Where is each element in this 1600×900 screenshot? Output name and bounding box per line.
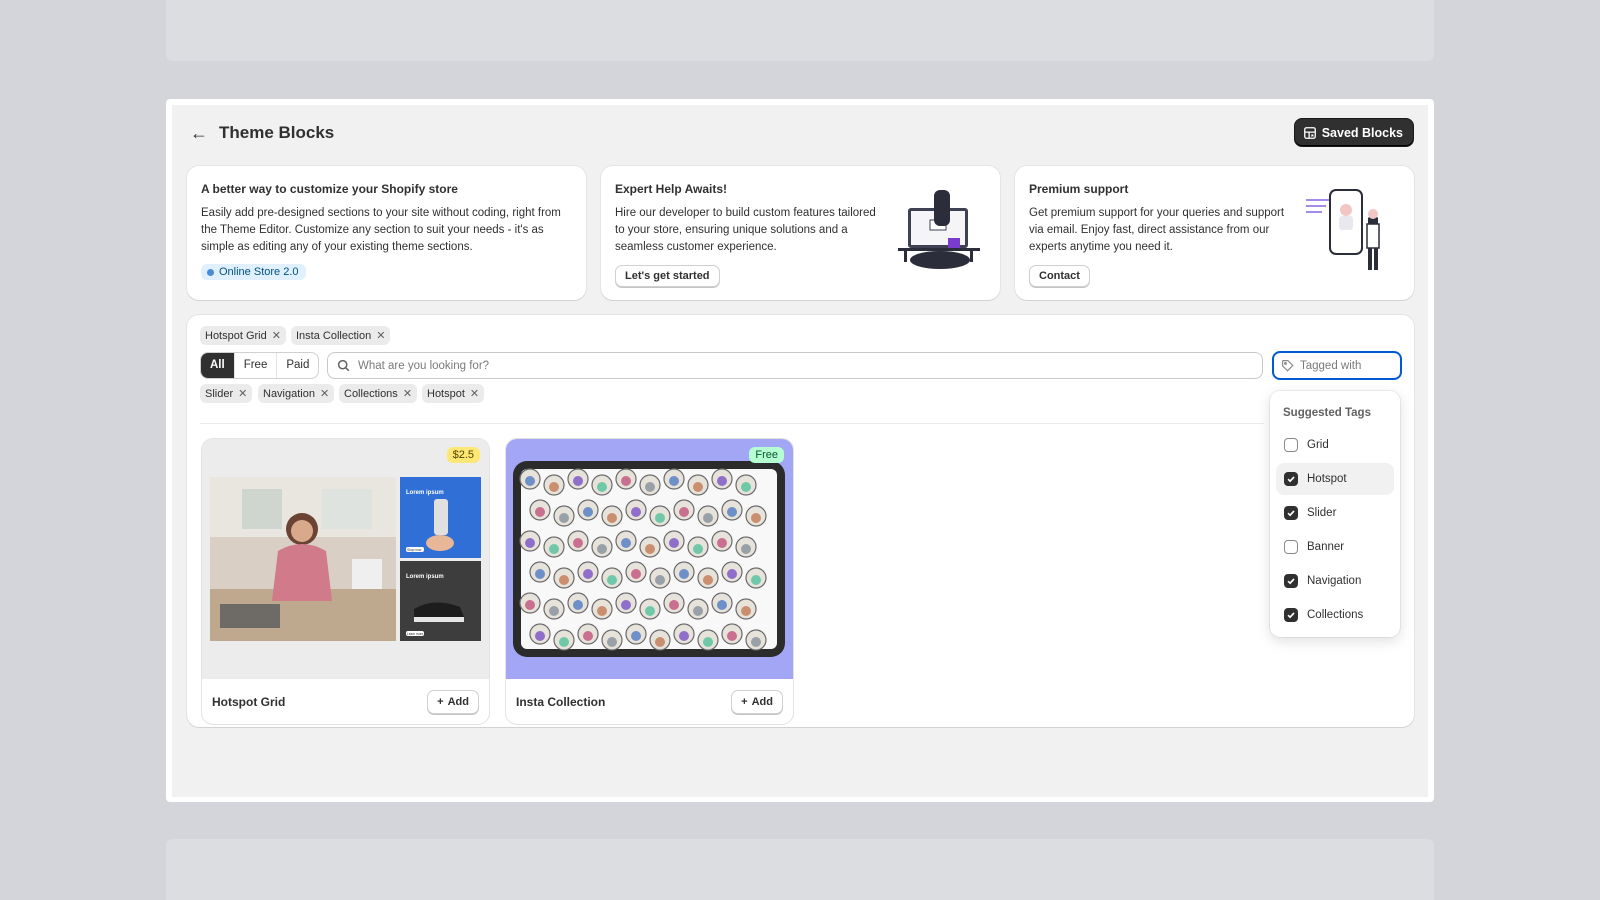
block-thumbnail: Lorem ipsum Shop now Lorem ipsum Learn m… xyxy=(202,439,489,679)
tag-filter-chip[interactable]: Navigation ✕ xyxy=(258,384,335,403)
online-store-badge: Online Store 2.0 xyxy=(201,264,306,280)
tag-option-label: Collections xyxy=(1307,609,1364,621)
tag-option-banner[interactable]: Banner xyxy=(1276,531,1394,563)
chip-label: Collections xyxy=(344,387,398,400)
chip-label: Insta Collection xyxy=(296,329,372,342)
developer-desk-illustration-icon xyxy=(898,190,980,269)
insta-collection-preview-image xyxy=(513,461,785,657)
remove-chip-icon[interactable]: ✕ xyxy=(272,329,281,342)
preview-btn-a-text: Shop now xyxy=(407,548,422,552)
segment-free[interactable]: Free xyxy=(235,353,278,378)
add-block-button[interactable]: + Add xyxy=(731,689,783,714)
chip-label: Navigation xyxy=(263,387,315,400)
tag-option-label: Hotspot xyxy=(1307,473,1347,485)
tag-field[interactable] xyxy=(1272,351,1402,380)
info-card-customize: A better way to customize your Shopify s… xyxy=(187,166,586,300)
tag-icon xyxy=(1282,360,1294,372)
info-card-premium-support: Premium support Get premium support for … xyxy=(1015,166,1414,300)
tag-filter-chip[interactable]: Hotspot ✕ xyxy=(422,384,485,403)
preview-card-a-text: Lorem ipsum xyxy=(406,490,444,496)
tag-option-collections[interactable]: Collections xyxy=(1276,599,1394,631)
block-thumbnail: Free xyxy=(506,439,793,679)
chip-label: Slider xyxy=(205,387,234,400)
segment-paid[interactable]: Paid xyxy=(277,353,318,378)
remove-chip-icon[interactable]: ✕ xyxy=(320,387,329,400)
tag-filter-chip[interactable]: Collections ✕ xyxy=(339,384,418,403)
tag-option-slider[interactable]: Slider xyxy=(1276,497,1394,529)
block-name: Insta Collection xyxy=(516,694,606,709)
card-title: A better way to customize your Shopify s… xyxy=(201,182,458,196)
checkbox-checked-icon[interactable] xyxy=(1284,608,1298,622)
saved-blocks-label: Saved Blocks xyxy=(1321,125,1403,140)
dropdown-title: Suggested Tags xyxy=(1283,407,1371,419)
blocks-panel: Hotspot Grid ✕ Insta Collection ✕ All Fr… xyxy=(187,315,1414,727)
get-started-button[interactable]: Let's get started xyxy=(615,265,720,287)
checkbox-checked-icon[interactable] xyxy=(1284,574,1298,588)
phone-support-illustration-icon xyxy=(1306,189,1380,270)
block-card-insta-collection[interactable]: Free Insta Collection + Add xyxy=(505,438,794,725)
block-filter-chip[interactable]: Hotspot Grid ✕ xyxy=(200,326,286,345)
bookmark-blocks-icon xyxy=(1303,126,1316,139)
checkbox-empty-icon[interactable] xyxy=(1284,540,1298,554)
checkbox-checked-icon[interactable] xyxy=(1284,472,1298,486)
price-badge: $2.5 xyxy=(446,447,480,463)
search-field[interactable] xyxy=(327,352,1263,379)
card-body: Get premium support for your queries and… xyxy=(1029,207,1285,253)
block-card-hotspot-grid[interactable]: Lorem ipsum Shop now Lorem ipsum Learn m… xyxy=(201,438,490,725)
remove-chip-icon[interactable]: ✕ xyxy=(238,387,247,400)
add-block-button[interactable]: + Add xyxy=(427,689,479,714)
card-body: Hire our developer to build custom featu… xyxy=(615,207,876,253)
preview-card-b-text: Lorem ipsum xyxy=(406,574,444,580)
badge-label: Online Store 2.0 xyxy=(219,266,299,278)
remove-chip-icon[interactable]: ✕ xyxy=(376,329,385,342)
segment-all[interactable]: All xyxy=(201,353,235,378)
search-input[interactable] xyxy=(358,359,1238,372)
block-footer: Insta Collection + Add xyxy=(506,679,793,724)
back-arrow-icon[interactable]: ← xyxy=(188,122,210,144)
remove-chip-icon[interactable]: ✕ xyxy=(470,387,479,400)
tag-option-navigation[interactable]: Navigation xyxy=(1276,565,1394,597)
background-panel-bottom xyxy=(166,839,1434,900)
tag-option-label: Navigation xyxy=(1307,575,1362,587)
remove-chip-icon[interactable]: ✕ xyxy=(403,387,412,400)
search-icon xyxy=(337,359,350,372)
card-body: Easily add pre-designed sections to your… xyxy=(201,207,561,253)
block-name: Hotspot Grid xyxy=(212,694,286,709)
add-label: Add xyxy=(751,695,773,708)
checkbox-empty-icon[interactable] xyxy=(1284,438,1298,452)
chip-label: Hotspot Grid xyxy=(205,329,267,342)
tag-option-label: Slider xyxy=(1307,507,1337,519)
hotspot-grid-preview-image: Lorem ipsum Shop now Lorem ipsum Learn m… xyxy=(210,477,481,641)
tag-input[interactable] xyxy=(1300,359,1395,372)
saved-blocks-button[interactable]: Saved Blocks xyxy=(1293,118,1414,147)
block-footer: Hotspot Grid + Add xyxy=(202,679,489,724)
block-filter-chip[interactable]: Insta Collection ✕ xyxy=(291,326,391,345)
info-card-expert-help: Expert Help Awaits! Hire our developer t… xyxy=(601,166,1000,300)
background-panel-top xyxy=(166,0,1434,61)
suggested-tags-dropdown: Suggested Tags Grid Hotspot Slider Banner Na… xyxy=(1270,391,1400,637)
add-label: Add xyxy=(447,695,469,708)
contact-button[interactable]: Contact xyxy=(1029,265,1090,287)
plus-icon: + xyxy=(741,695,748,708)
divider xyxy=(200,423,1264,424)
status-dot-icon xyxy=(207,268,214,276)
price-badge: Free xyxy=(749,447,784,463)
page-title: Theme Blocks xyxy=(219,123,335,142)
tag-option-label: Banner xyxy=(1307,541,1345,553)
app-content: ← Theme Blocks Saved Blocks A better way… xyxy=(172,105,1428,797)
page-header: ← Theme Blocks Saved Blocks xyxy=(172,105,1428,165)
tag-option-label: Grid xyxy=(1307,439,1329,451)
tag-option-grid[interactable]: Grid xyxy=(1276,429,1394,461)
price-filter-segmented: All Free Paid xyxy=(200,352,320,379)
tag-filter-chip[interactable]: Slider ✕ xyxy=(200,384,253,403)
chip-label: Hotspot xyxy=(427,387,465,400)
plus-icon: + xyxy=(437,695,444,708)
checkbox-checked-icon[interactable] xyxy=(1284,506,1298,520)
app-frame: ← Theme Blocks Saved Blocks A better way… xyxy=(166,99,1434,802)
tag-option-hotspot[interactable]: Hotspot xyxy=(1276,463,1394,495)
preview-btn-b-text: Learn more xyxy=(407,632,424,636)
